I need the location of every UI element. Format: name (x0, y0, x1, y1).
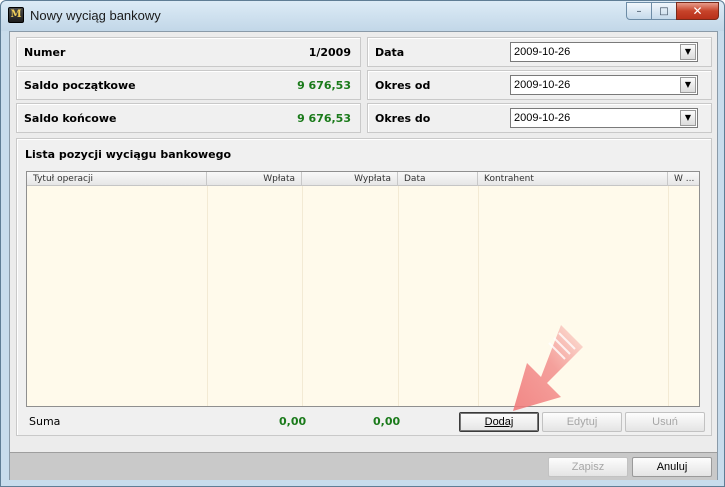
column-header-w[interactable]: W ... (668, 172, 699, 186)
title-bar[interactable]: M Nowy wyciąg bankowy – □ ✕ (1, 1, 724, 31)
saldo-poczatkowe-label: Saldo początkowe (24, 79, 136, 92)
column-divider (207, 186, 208, 406)
okres-od-row: Okres od 2009-10-26 ▼ (367, 70, 712, 100)
cancel-button[interactable]: Anuluj (632, 457, 712, 477)
column-header-wplata[interactable]: Wpłata (207, 172, 302, 186)
data-date-select[interactable]: 2009-10-26 ▼ (510, 42, 698, 62)
okres-od-label: Okres od (375, 79, 431, 92)
saldo-koncowe-row: Saldo końcowe 9 676,53 (16, 103, 361, 133)
column-divider (398, 186, 399, 406)
column-header-data[interactable]: Data (398, 172, 478, 186)
dialog-client: Numer 1/2009 Saldo początkowe 9 676,53 S… (9, 31, 718, 480)
summary-row: Suma 0,00 0,00 Dodaj Edytuj Usuń (17, 407, 711, 435)
saldo-koncowe-label: Saldo końcowe (24, 112, 117, 125)
dropdown-arrow-icon[interactable]: ▼ (680, 44, 696, 60)
statement-items-grid[interactable]: Tytuł operacji Wpłata Wypłata Data Kontr… (26, 171, 700, 407)
minimize-button[interactable]: – (626, 2, 652, 20)
numer-value: 1/2009 (308, 46, 351, 59)
data-label: Data (375, 46, 405, 59)
data-date-value: 2009-10-26 (514, 46, 571, 58)
saldo-poczatkowe-row: Saldo początkowe 9 676,53 (16, 70, 361, 100)
column-divider (478, 186, 479, 406)
okres-do-date-select[interactable]: 2009-10-26 ▼ (510, 108, 698, 128)
saldo-poczatkowe-value: 9 676,53 (297, 79, 351, 92)
list-title: Lista pozycji wyciągu bankowego (25, 148, 232, 161)
saldo-koncowe-value: 9 676,53 (297, 112, 351, 125)
footer-bar: Zapisz Anuluj (10, 452, 717, 480)
add-button-label: Dodaj (484, 416, 514, 428)
column-header-wyplata[interactable]: Wypłata (302, 172, 398, 186)
column-header-kontrahent[interactable]: Kontrahent (478, 172, 668, 186)
okres-do-row: Okres do 2009-10-26 ▼ (367, 103, 712, 133)
okres-od-date-select[interactable]: 2009-10-26 ▼ (510, 75, 698, 95)
window-title: Nowy wyciąg bankowy (30, 8, 161, 23)
okres-do-label: Okres do (375, 112, 431, 125)
add-button[interactable]: Dodaj (459, 412, 539, 432)
okres-od-date-value: 2009-10-26 (514, 79, 571, 91)
delete-button[interactable]: Usuń (625, 412, 705, 432)
maximize-button[interactable]: □ (651, 2, 677, 20)
dropdown-arrow-icon[interactable]: ▼ (680, 110, 696, 126)
column-divider (668, 186, 669, 406)
okres-do-date-value: 2009-10-26 (514, 112, 571, 124)
column-divider (302, 186, 303, 406)
numer-label: Numer (24, 46, 66, 59)
summary-wyplata-total: 0,00 (373, 415, 401, 428)
save-button[interactable]: Zapisz (548, 457, 628, 477)
column-header-tytul[interactable]: Tytuł operacji (27, 172, 207, 186)
app-icon: M (8, 7, 24, 23)
edit-button[interactable]: Edytuj (542, 412, 622, 432)
data-row: Data 2009-10-26 ▼ (367, 37, 712, 67)
numer-row: Numer 1/2009 (16, 37, 361, 67)
window: M Nowy wyciąg bankowy – □ ✕ Numer 1/2009… (0, 0, 725, 487)
summary-wplata-total: 0,00 (279, 415, 307, 428)
list-panel: Lista pozycji wyciągu bankowego Tytuł op… (16, 138, 712, 436)
grid-header: Tytuł operacji Wpłata Wypłata Data Kontr… (27, 172, 699, 186)
dropdown-arrow-icon[interactable]: ▼ (680, 77, 696, 93)
close-button[interactable]: ✕ (676, 2, 719, 20)
summary-label: Suma (29, 415, 61, 428)
